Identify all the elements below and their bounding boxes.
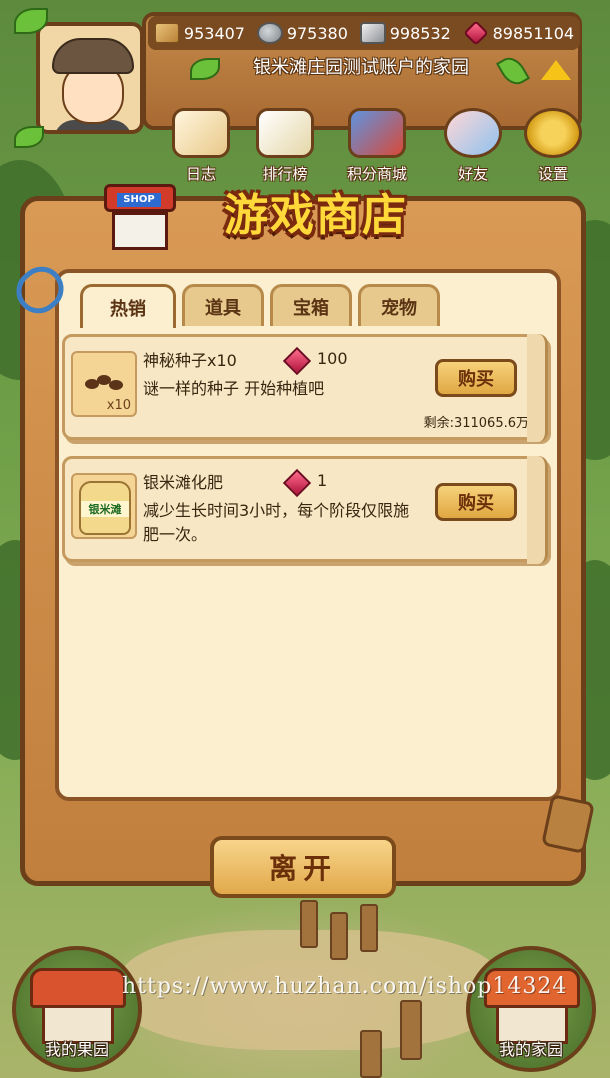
tab-hot[interactable]: 热销 <box>80 284 176 328</box>
gem-price-icon <box>282 468 312 498</box>
item-price: 1 <box>317 471 328 490</box>
item-name: 银米滩化肥 <box>143 473 224 492</box>
shop-title: 游戏商店 <box>224 190 408 241</box>
resource-metal: 998532 <box>359 22 451 44</box>
buy-button[interactable]: 购买 <box>435 359 517 397</box>
menu-points-shop[interactable]: 积分商城 <box>334 108 420 184</box>
expand-up-arrow-icon[interactable] <box>538 58 574 84</box>
seed-icon <box>85 375 125 391</box>
item-price: 100 <box>317 349 348 368</box>
resource-gem-value: 89851104 <box>492 23 575 43</box>
leave-button[interactable]: 离开 <box>210 836 396 898</box>
watermark: https://www.huzhan.com/ishop14324 <box>122 974 568 999</box>
leaderboard-icon <box>256 108 314 158</box>
resource-stone-value: 975380 <box>286 23 348 43</box>
tab-props[interactable]: 道具 <box>182 284 264 326</box>
menu-settings[interactable]: 设置 <box>518 108 588 184</box>
wood-icon <box>153 22 180 44</box>
shop-item-card: 银米滩 银米滩化肥 1 减少生长时间3小时，每个阶段仅限施肥一次。 购买 <box>62 456 548 564</box>
player-avatar[interactable] <box>36 22 144 134</box>
top-menu: 日志 排行榜 积分商城 好友 设置 <box>166 108 586 184</box>
gem-price-icon <box>282 346 312 376</box>
resource-stone: 975380 <box>256 22 348 44</box>
fertilizer-thumbnail: 银米滩 <box>71 473 137 539</box>
item-name: 神秘种子x10 <box>143 351 237 370</box>
my-orchard-button[interactable]: 我的果园 <box>12 946 142 1072</box>
mystery-seed-thumbnail: x10 <box>71 351 137 417</box>
item-description: 减少生长时间3小时，每个阶段仅限施肥一次。 <box>143 501 410 544</box>
tab-chests[interactable]: 宝箱 <box>270 284 352 326</box>
diary-icon <box>172 108 230 158</box>
shop-sign: SHOP <box>117 193 161 207</box>
home-name: 银米滩庄园测试账户的家园 <box>253 57 469 78</box>
resource-bar: 953407 975380 998532 89851104 <box>148 16 580 50</box>
fertilizer-sack-icon: 银米滩 <box>79 481 131 535</box>
menu-friends[interactable]: 好友 <box>438 108 508 184</box>
buy-button[interactable]: 购买 <box>435 483 517 521</box>
resource-metal-value: 998532 <box>389 23 451 43</box>
points-shop-icon <box>348 108 406 158</box>
friends-icon <box>444 108 502 158</box>
gem-icon <box>462 20 489 46</box>
metal-icon <box>359 22 386 44</box>
sack-label: 银米滩 <box>81 501 129 517</box>
item-description: 谜一样的种子 开始种植吧 <box>143 379 325 398</box>
menu-settings-label: 设置 <box>537 165 568 183</box>
shop-item-card: x10 神秘种子x10 100 谜一样的种子 开始种植吧 购买 剩余:31106… <box>62 334 548 442</box>
shop-store-icon: SHOP <box>104 184 176 252</box>
menu-leaderboard[interactable]: 排行榜 <box>250 108 320 184</box>
tab-pets[interactable]: 宠物 <box>358 284 440 326</box>
settings-gear-icon <box>524 108 582 158</box>
my-home-label: 我的家园 <box>498 1040 563 1059</box>
menu-friends-label: 好友 <box>457 165 488 183</box>
menu-diary[interactable]: 日志 <box>166 108 236 184</box>
my-home-button[interactable]: 我的家园 <box>466 946 596 1072</box>
my-orchard-label: 我的果园 <box>44 1040 109 1059</box>
stone-icon <box>256 22 283 44</box>
resource-wood-value: 953407 <box>183 23 245 43</box>
resource-gem: 89851104 <box>462 20 575 46</box>
thumb-quantity: x10 <box>106 398 131 413</box>
resource-wood: 953407 <box>153 22 245 44</box>
item-remaining: 剩余:311065.6万 <box>423 416 529 431</box>
